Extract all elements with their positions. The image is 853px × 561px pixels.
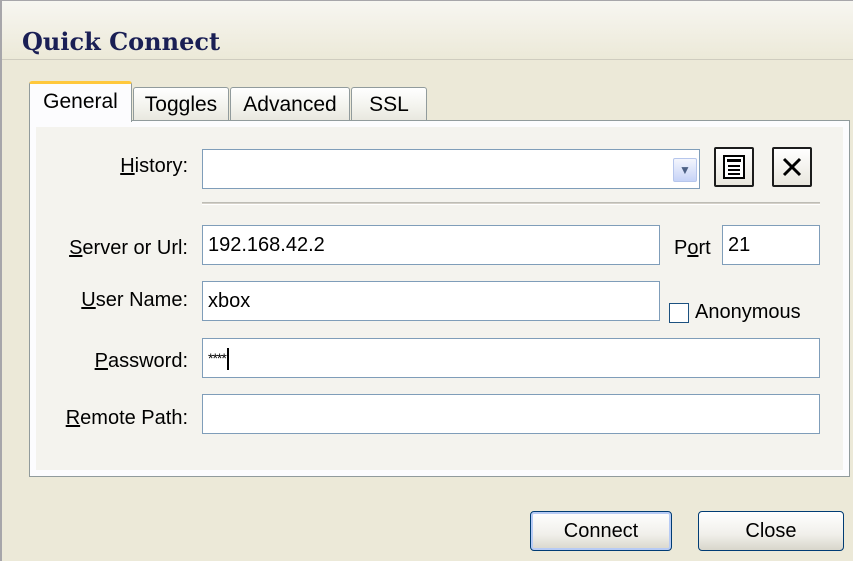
window-title: Quick Connect bbox=[22, 27, 221, 56]
quick-connect-window: Quick Connect General Toggles Advanced S… bbox=[0, 0, 853, 561]
tab-ssl[interactable]: SSL bbox=[351, 87, 427, 121]
tab-advanced[interactable]: Advanced bbox=[230, 87, 350, 121]
history-clear-button[interactable] bbox=[772, 147, 812, 187]
server-label: Server or Url: bbox=[69, 237, 188, 259]
username-input[interactable]: xbox bbox=[202, 281, 660, 321]
remote-path-input[interactable] bbox=[202, 394, 820, 434]
remote-path-label: Remote Path: bbox=[65, 407, 188, 429]
username-label: User Name: bbox=[81, 289, 188, 311]
password-input[interactable]: **** bbox=[202, 338, 820, 378]
history-combo[interactable]: ▼ bbox=[202, 149, 700, 189]
close-button[interactable]: Close bbox=[698, 511, 844, 551]
list-icon bbox=[723, 155, 745, 179]
tab-general[interactable]: General bbox=[29, 81, 132, 122]
anonymous-checkbox[interactable] bbox=[669, 303, 689, 323]
port-input[interactable]: 21 bbox=[722, 225, 820, 265]
history-separator bbox=[202, 202, 820, 205]
title-bar: Quick Connect bbox=[2, 1, 853, 60]
port-label: Port bbox=[674, 237, 711, 259]
history-list-button[interactable] bbox=[714, 147, 754, 187]
history-label: History: bbox=[120, 155, 188, 177]
chevron-down-icon[interactable]: ▼ bbox=[673, 158, 697, 182]
text-caret bbox=[226, 347, 229, 370]
tab-toggles[interactable]: Toggles bbox=[133, 87, 229, 121]
server-input[interactable]: 192.168.42.2 bbox=[202, 225, 660, 265]
close-icon bbox=[782, 157, 802, 177]
password-value: **** bbox=[208, 350, 227, 366]
anonymous-label[interactable]: Anonymous bbox=[695, 301, 801, 324]
connect-button[interactable]: Connect bbox=[530, 511, 672, 551]
password-label: Password: bbox=[94, 350, 188, 372]
